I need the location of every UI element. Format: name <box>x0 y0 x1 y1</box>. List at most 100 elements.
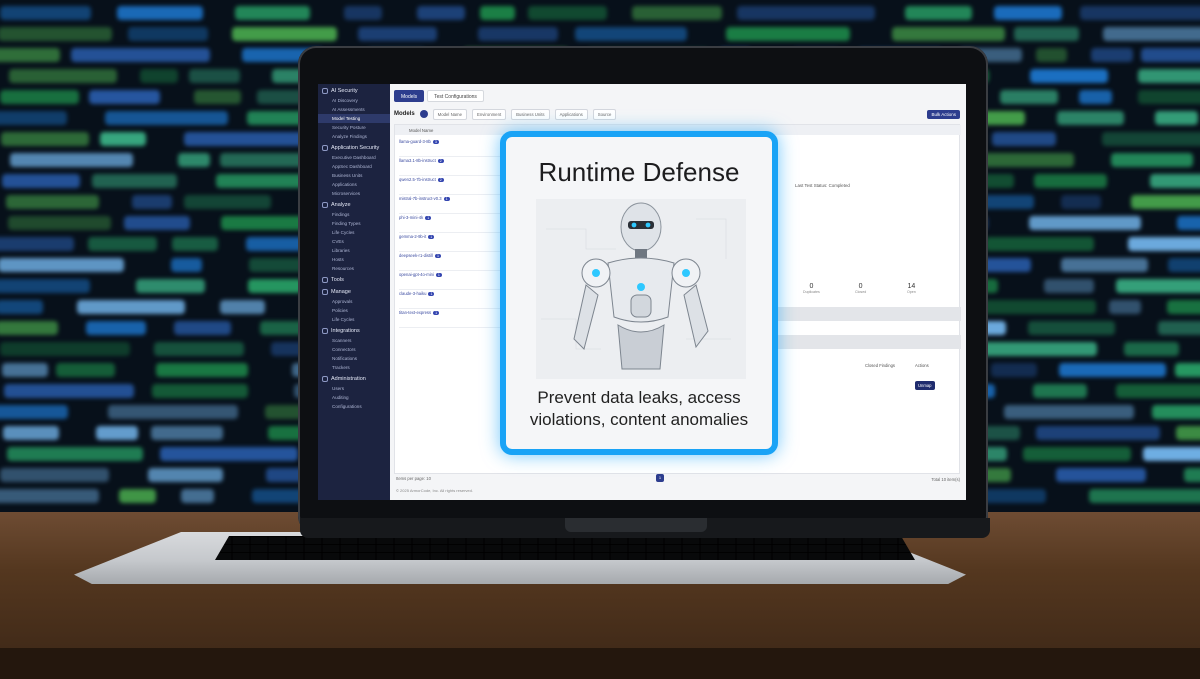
model-name-link[interactable]: claude-3-haiku <box>399 291 426 296</box>
code-line <box>0 405 68 419</box>
sidebar-section[interactable]: Application Security <box>318 141 390 153</box>
code-line <box>1183 468 1200 482</box>
filter-business-units[interactable]: Business Units <box>511 108 550 120</box>
runtime-defense-card: Runtime Defense Prevent data leaks, acce… <box>500 131 778 455</box>
model-name-link[interactable]: mistral-7b-instruct-v0.3 <box>399 196 442 201</box>
model-name-link[interactable]: qwen2.5-7b-instruct <box>399 177 436 182</box>
sidebar-section-label: Tools <box>331 277 344 283</box>
code-line <box>479 6 516 20</box>
column-model-name[interactable]: Model Name <box>409 128 433 133</box>
sidebar-item[interactable]: Auditing <box>318 393 390 402</box>
code-line <box>985 237 1094 251</box>
sidebar-item[interactable]: Configurations <box>318 402 390 411</box>
sidebar-item[interactable]: Scanners <box>318 336 390 345</box>
code-line <box>1157 321 1200 335</box>
code-line <box>220 300 265 314</box>
count-badge: 2 <box>437 159 444 163</box>
tab-models[interactable]: Models <box>394 90 425 102</box>
desk-edge <box>0 648 1200 679</box>
code-line <box>189 69 240 83</box>
sidebar-item[interactable]: Security Posture <box>318 123 390 132</box>
copyright: © 2025 ArmorCode, Inc. All rights reserv… <box>396 488 473 493</box>
filter-environment[interactable]: Environment <box>472 108 507 120</box>
code-line <box>993 6 1063 20</box>
sidebar-item[interactable]: Users <box>318 384 390 393</box>
code-line <box>725 27 850 41</box>
filter-source[interactable]: Source <box>592 108 617 120</box>
code-line <box>575 27 687 41</box>
stat-closed: 0 Closed <box>855 283 866 294</box>
section-icon <box>322 277 328 283</box>
sidebar-section[interactable]: Tools <box>318 273 390 285</box>
bulk-actions-button[interactable]: Bulk Actions <box>927 109 960 119</box>
refresh-icon[interactable] <box>419 110 428 118</box>
sidebar-item[interactable]: Resources <box>318 264 390 273</box>
sidebar-item[interactable]: CVEs <box>318 237 390 246</box>
sidebar-item[interactable]: Notifications <box>318 354 390 363</box>
sidebar-item[interactable]: Libraries <box>318 246 390 255</box>
model-name-link[interactable]: llama-guard-3-8b <box>399 139 431 144</box>
model-name-link[interactable]: titan-text-express <box>399 310 431 315</box>
model-name-link[interactable]: deepseek-r1-distill <box>399 253 433 258</box>
model-name-link[interactable]: phi-3-mini-4k <box>399 215 423 220</box>
last-test-status: Last Test Status: Completed <box>795 183 850 188</box>
sidebar-item[interactable]: Analyze Findings <box>318 132 390 141</box>
sidebar-section-label: AI Security <box>331 88 358 94</box>
items-per-page-select[interactable]: 10 <box>426 476 431 481</box>
unmap-button[interactable]: Unmap <box>915 381 935 390</box>
search-input[interactable]: Model Name <box>432 108 468 120</box>
sidebar-item[interactable]: Applications <box>318 180 390 189</box>
code-line <box>154 342 245 356</box>
code-line <box>234 6 310 20</box>
sidebar-section-label: Application Security <box>331 145 380 151</box>
section-icon <box>322 328 328 334</box>
section-icon <box>322 202 328 208</box>
tab-test-configurations[interactable]: Test Configurations <box>427 90 484 102</box>
sidebar-item[interactable]: Approvals <box>318 297 390 306</box>
model-name-link[interactable]: gemma-2-9b-it <box>399 234 426 239</box>
sidebar-item[interactable]: Connectors <box>318 345 390 354</box>
sidebar-item[interactable]: AI Assessments <box>318 105 390 114</box>
code-line <box>1033 384 1087 398</box>
sidebar-section[interactable]: Analyze <box>318 198 390 210</box>
code-line <box>2 174 80 188</box>
code-line <box>0 468 109 482</box>
sidebar-item[interactable]: Hosts <box>318 255 390 264</box>
sidebar-section[interactable]: Manage <box>318 285 390 297</box>
sidebar-item[interactable]: Model Testing <box>318 114 390 123</box>
stat-duplicates: 0 Duplicates <box>803 283 820 294</box>
count-badge: 1 <box>428 292 435 296</box>
code-line <box>992 132 1056 146</box>
sidebar-item[interactable]: Microservices <box>318 189 390 198</box>
sidebar-item[interactable]: Business Units <box>318 171 390 180</box>
sidebar-section-label: Integrations <box>331 328 360 334</box>
sidebar-item[interactable]: AI Discovery <box>318 96 390 105</box>
filter-applications[interactable]: Applications <box>554 108 588 120</box>
code-line <box>151 426 224 440</box>
sidebar-item[interactable]: Life Cycles <box>318 315 390 324</box>
code-line <box>1115 279 1200 293</box>
code-line <box>1028 216 1142 230</box>
card-subtitle: Prevent data leaks, access violations, c… <box>529 388 749 429</box>
last-test-label: Last Test Status: <box>795 183 828 188</box>
count-badge: 1 <box>435 273 442 277</box>
sidebar-section[interactable]: Integrations <box>318 324 390 336</box>
code-line <box>1023 447 1132 461</box>
model-name-link[interactable]: llama3.1-8b-instruct <box>399 158 436 163</box>
code-line <box>181 489 214 503</box>
sidebar-item[interactable]: Finding Types <box>318 219 390 228</box>
last-test-value: Completed <box>828 183 850 188</box>
page-button[interactable]: 1 <box>656 474 664 482</box>
sidebar-item[interactable]: Executive Dashboard <box>318 153 390 162</box>
sidebar-item[interactable]: Policies <box>318 306 390 315</box>
code-line <box>1154 111 1199 125</box>
sidebar-section[interactable]: AI Security <box>318 84 390 96</box>
sidebar-section[interactable]: Administration <box>318 372 390 384</box>
sidebar-item[interactable]: AppSec Dashboard <box>318 162 390 171</box>
code-line <box>1027 321 1115 335</box>
sidebar-item[interactable]: Findings <box>318 210 390 219</box>
sidebar-item[interactable]: Life Cycles <box>318 228 390 237</box>
section-icon <box>322 145 328 151</box>
model-name-link[interactable]: openai-gpt-4o-mini <box>399 272 434 277</box>
sidebar-item[interactable]: Trackers <box>318 363 390 372</box>
